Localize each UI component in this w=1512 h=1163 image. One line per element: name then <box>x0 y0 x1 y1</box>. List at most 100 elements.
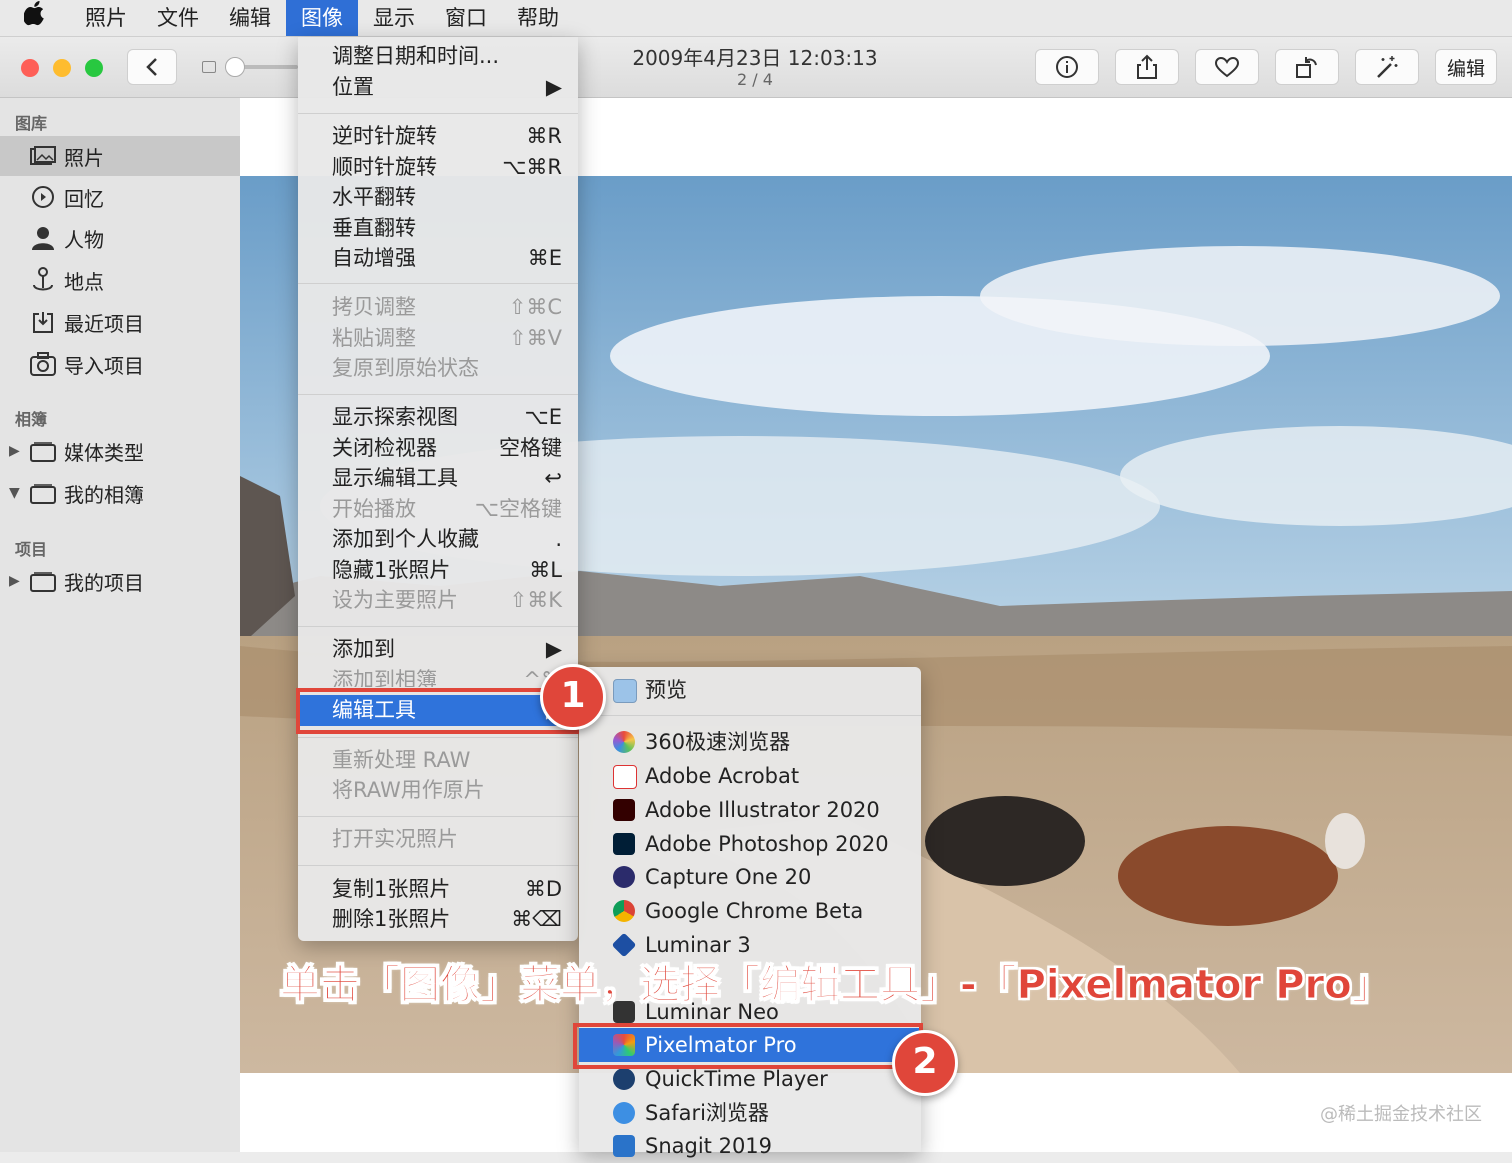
disclosure-down-icon[interactable]: ▼ <box>9 485 25 501</box>
photo-counter: 2 / 4 <box>737 70 773 89</box>
menu-item-rotate-cw[interactable]: 顺时针旋转 ⌥⌘R <box>298 152 578 183</box>
sidebar-item-people[interactable]: 人物 <box>0 218 240 258</box>
acrobat-app-icon <box>613 765 637 789</box>
submenu-item-adobe-acrobat[interactable]: Adobe Acrobat <box>579 759 921 793</box>
sidebar-item-label: 我的相簿 <box>64 482 144 507</box>
sidebar-item-my-projects[interactable]: ▶ 我的项目 <box>0 561 240 601</box>
share-icon <box>1137 54 1157 79</box>
menu-edit[interactable]: 编辑 <box>214 0 286 36</box>
illustrator-app-icon <box>613 799 635 821</box>
highlight-edit-tools <box>296 688 580 734</box>
menu-item-make-key-photo: 设为主要照片 ⇧⌘K <box>332 588 562 612</box>
menu-help[interactable]: 帮助 <box>502 0 574 36</box>
minimize-window-button[interactable] <box>53 59 71 77</box>
menu-item-revert-original: 复原到原始状态 <box>332 356 479 380</box>
sidebar-section-albums: 相簿 <box>15 410 48 429</box>
small-photo-icon <box>202 61 216 73</box>
folder-icon <box>30 482 56 504</box>
magic-wand-icon <box>1377 56 1398 78</box>
menu-item-location[interactable]: 位置 ▶ <box>298 72 578 103</box>
submenu-item-safari[interactable]: Safari浏览器 <box>579 1096 921 1130</box>
folder-icon <box>30 570 56 592</box>
capture-one-app-icon <box>613 866 635 888</box>
heart-icon <box>1214 56 1240 78</box>
sidebar-item-media-types[interactable]: ▶ 媒体类型 <box>0 431 240 471</box>
sidebar-item-photos[interactable]: 照片 <box>0 136 240 176</box>
submenu-item-360-browser[interactable]: 360极速浏览器 <box>579 725 921 759</box>
disclosure-right-icon[interactable]: ▶ <box>9 573 25 589</box>
menu-item-rotate-ccw[interactable]: 逆时针旋转 ⌘R <box>298 121 578 152</box>
menu-item-duplicate-photo[interactable]: 复制1张照片 ⌘D <box>298 874 578 905</box>
sidebar-section-projects: 项目 <box>15 540 48 559</box>
quicktime-app-icon <box>613 1068 635 1090</box>
menu-item-auto-enhance[interactable]: 自动增强 ⌘E <box>298 243 578 274</box>
rotate-icon <box>1296 57 1317 78</box>
menu-photos[interactable]: 照片 <box>70 0 142 36</box>
menu-item-adjust-date-time[interactable]: 调整日期和时间... <box>298 41 578 72</box>
menu-item-delete-photo[interactable]: 删除1张照片 ⌘⌫ <box>298 904 578 935</box>
info-icon <box>1056 56 1078 78</box>
sidebar-item-label: 导入项目 <box>64 353 144 378</box>
sidebar-item-memories[interactable]: 回忆 <box>0 177 240 217</box>
menu-item-close-viewer[interactable]: 关闭检视器 空格键 <box>298 433 578 464</box>
menu-item-add-to-favorites[interactable]: 添加到个人收藏. <box>298 524 578 555</box>
photo-date-title: 2009年4月23日 12:03:13 <box>632 46 878 70</box>
menu-file[interactable]: 文件 <box>142 0 214 36</box>
sidebar-item-imports[interactable]: 导入项目 <box>0 344 240 384</box>
menu-bar: 照片 文件 编辑 图像 显示 窗口 帮助 <box>0 0 1512 37</box>
menu-item-flip-vertical[interactable]: 垂直翻转 <box>298 213 578 244</box>
menu-item-show-edit-tools[interactable]: 显示编辑工具 ↩ <box>298 463 578 494</box>
zoom-slider-knob[interactable] <box>225 57 245 77</box>
menu-window[interactable]: 窗口 <box>430 0 502 36</box>
menu-item-add-to[interactable]: 添加到 ▶ <box>298 634 578 665</box>
back-button[interactable] <box>127 49 177 85</box>
submenu-item-capture-one[interactable]: Capture One 20 <box>579 860 921 894</box>
sidebar-item-label: 我的项目 <box>64 570 144 595</box>
step-2-badge: 2 <box>892 1030 958 1096</box>
sidebar-item-label: 地点 <box>64 269 104 294</box>
rotate-button[interactable] <box>1275 49 1339 85</box>
apple-menu-icon[interactable] <box>0 0 70 36</box>
watermark: @稀土掘金技术社区 <box>1320 1104 1482 1125</box>
disclosure-right-icon[interactable]: ▶ <box>9 443 25 459</box>
menu-item-flip-horizontal[interactable]: 水平翻转 <box>298 182 578 213</box>
chrome-app-icon <box>613 900 635 922</box>
auto-enhance-button[interactable] <box>1355 49 1419 85</box>
info-button[interactable] <box>1035 49 1099 85</box>
safari-app-icon <box>613 1102 635 1124</box>
chevron-left-icon <box>146 58 157 76</box>
menu-item-add-to-album: 添加到相簿 ^⌘ <box>332 668 562 687</box>
close-window-button[interactable] <box>21 59 39 77</box>
menu-view[interactable]: 显示 <box>358 0 430 36</box>
menu-item-start-playback: 开始播放 ⌥空格键 <box>332 497 562 521</box>
edit-button[interactable]: 编辑 <box>1435 49 1497 85</box>
zoom-window-button[interactable] <box>85 59 103 77</box>
submenu-item-snagit[interactable]: Snagit 2019 <box>579 1129 921 1163</box>
camera-icon <box>30 352 56 376</box>
submenu-item-chrome-beta[interactable]: Google Chrome Beta <box>579 894 921 928</box>
sidebar-item-label: 最近项目 <box>64 311 144 336</box>
sidebar-item-label: 媒体类型 <box>64 440 144 465</box>
menu-item-show-explore-view[interactable]: 显示探索视图 ⌥E <box>298 402 578 433</box>
step-1-badge: 1 <box>540 664 606 730</box>
submenu-item-adobe-photoshop[interactable]: Adobe Photoshop 2020 <box>579 827 921 861</box>
person-icon <box>30 227 56 250</box>
sidebar-item-recents[interactable]: 最近项目 <box>0 302 240 342</box>
submenu-item-preview[interactable]: 预览 <box>579 673 921 707</box>
sidebar-section-library: 图库 <box>15 114 48 133</box>
sidebar-item-label: 照片 <box>64 145 104 170</box>
share-button[interactable] <box>1115 49 1179 85</box>
folder-icon <box>30 440 56 462</box>
recents-icon <box>30 311 56 333</box>
sidebar-item-my-albums[interactable]: ▼ 我的相簿 <box>0 473 240 513</box>
sidebar-item-label: 回忆 <box>64 186 104 211</box>
sidebar-item-places[interactable]: 地点 <box>0 260 240 300</box>
menu-item-hide-photo[interactable]: 隐藏1张照片 ⌘L <box>298 555 578 586</box>
favorite-button[interactable] <box>1195 49 1259 85</box>
preview-app-icon <box>613 679 637 703</box>
photoshop-app-icon <box>613 833 635 855</box>
map-pin-icon <box>30 267 56 291</box>
photos-icon <box>30 145 56 167</box>
menu-image[interactable]: 图像 <box>286 0 358 36</box>
submenu-item-adobe-illustrator[interactable]: Adobe Illustrator 2020 <box>579 793 921 827</box>
